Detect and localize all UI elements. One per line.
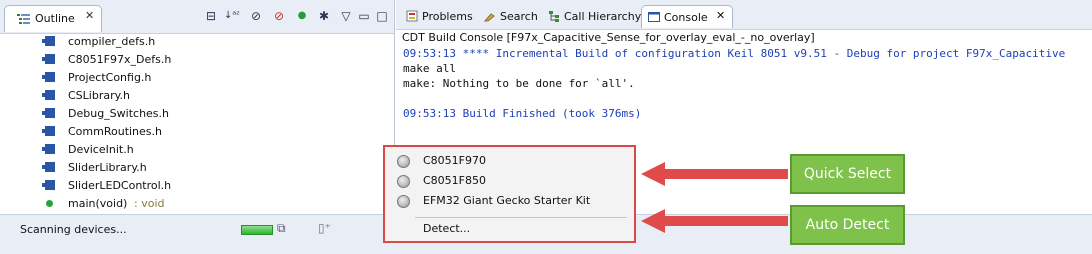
new-view-icon[interactable]: ▯⁺ [318,221,331,235]
outline-item[interactable]: C8051F97x_Defs.h [0,51,393,69]
device-label: C8051F970 [423,154,486,167]
radio-icon [397,195,410,208]
outline-icon [17,14,30,24]
radio-icon [397,155,410,168]
hide-static-icon[interactable]: ⊘ [271,8,287,24]
console-line: make: Nothing to be done for `all'. [403,77,635,90]
outline-item[interactable]: CommRoutines.h [0,123,393,141]
radio-icon [397,175,410,188]
progress-bar [241,225,273,235]
quick-select-arrow [664,169,788,179]
menu-separator [415,217,627,218]
outline-item[interactable]: DeviceInit.h [0,141,393,159]
header-file-icon [42,72,55,82]
search-icon [484,13,495,22]
sort-az-icon[interactable]: ↓ᵃᶻ [224,8,240,24]
outline-item-label: SliderLEDControl.h [68,179,172,192]
outline-item[interactable]: ProjectConfig.h [0,69,393,87]
outline-item-label: ProjectConfig.h [68,71,152,84]
outline-item-label: Debug_Switches.h [68,107,170,120]
outline-item[interactable]: SliderLibrary.h [0,159,393,177]
header-file-icon [42,54,55,64]
hide-nonpublic-icon[interactable]: ● [294,8,310,24]
outline-item[interactable]: SliderLEDControl.h [0,177,393,195]
outline-item-label: C8051F97x_Defs.h [68,53,172,66]
outline-item-label: CSLibrary.h [68,89,131,102]
outline-item[interactable]: main(void) : void [0,195,393,213]
progress-view-icon[interactable]: ⧉ [277,221,286,236]
tab-outline[interactable]: Outline ✕ [4,5,102,32]
header-file-icon [42,90,55,100]
header-file-icon [42,108,55,118]
detect-label: Detect... [423,222,471,235]
header-file-icon [42,162,55,172]
outline-item-label: SliderLibrary.h [68,161,147,174]
header-file-icon [42,36,55,46]
status-text: Scanning devices... [20,223,127,236]
quick-select-arrowhead [641,162,665,186]
detect-menu-item[interactable]: Detect... [385,219,634,239]
device-item[interactable]: C8051F850 [385,171,634,191]
collapse-all-icon[interactable]: ⊟ [203,8,219,24]
outline-item-label: main(void) [68,197,128,210]
console-line: 09:53:13 **** Incremental Build of confi… [403,47,1066,60]
outline-tabbar: Outline ✕ ⊟ ↓ᵃᶻ ⊘ ⊘ ● ✱ ▽ ▭ □ [0,0,394,34]
console-title: CDT Build Console [F97x_Capacitive_Sense… [402,31,815,44]
outline-item-label: CommRoutines.h [68,125,162,138]
tab-label: Console [664,11,708,24]
auto-detect-callout: Auto Detect [790,205,905,245]
tab-label: Problems [422,10,473,23]
function-icon [46,200,53,207]
tab-call-hierarchy[interactable]: Call Hierarchy [542,5,642,27]
call-hierarchy-icon [549,11,559,22]
header-file-icon [42,126,55,136]
auto-detect-arrowhead [641,209,665,233]
tab-label: Call Hierarchy [564,10,642,23]
close-icon[interactable]: ✕ [716,9,725,22]
tab-search[interactable]: Search [478,5,540,27]
outline-item-label: compiler_defs.h [68,35,156,48]
device-item[interactable]: EFM32 Giant Gecko Starter Kit [385,191,634,211]
device-popup-menu: C8051F970 C8051F850 EFM32 Giant Gecko St… [383,145,636,243]
console-line: make all [403,62,456,75]
outline-item[interactable]: Debug_Switches.h [0,105,393,123]
console-icon [648,12,660,22]
device-item[interactable]: C8051F970 [385,151,634,171]
header-file-icon [42,180,55,190]
tab-label: Search [500,10,538,23]
outline-item[interactable]: compiler_defs.h [0,33,393,51]
hide-local-types-icon[interactable]: ✱ [316,8,332,24]
header-file-icon [42,144,55,154]
outline-item[interactable]: CSLibrary.h [0,87,393,105]
minimize-icon[interactable]: ▭ [356,8,372,24]
console-line: 09:53:13 Build Finished (took 376ms) [403,107,642,120]
tab-console[interactable]: Console ✕ [641,5,733,28]
device-label: C8051F850 [423,174,486,187]
device-label: EFM32 Giant Gecko Starter Kit [423,194,591,207]
problems-icon [406,10,418,22]
hide-fields-icon[interactable]: ⊘ [248,8,264,24]
maximize-icon[interactable]: □ [374,8,390,24]
outline-item-label: DeviceInit.h [68,143,134,156]
return-type: : void [134,197,165,210]
view-menu-icon[interactable]: ▽ [338,8,354,24]
auto-detect-arrow [664,216,788,226]
editor-tabbar: Problems Search Call Hierarchy Console ✕ [396,0,1092,30]
tab-problems[interactable]: Problems [400,5,476,27]
close-icon[interactable]: ✕ [85,9,94,22]
tab-label: Outline [35,12,75,25]
quick-select-callout: Quick Select [790,154,905,194]
